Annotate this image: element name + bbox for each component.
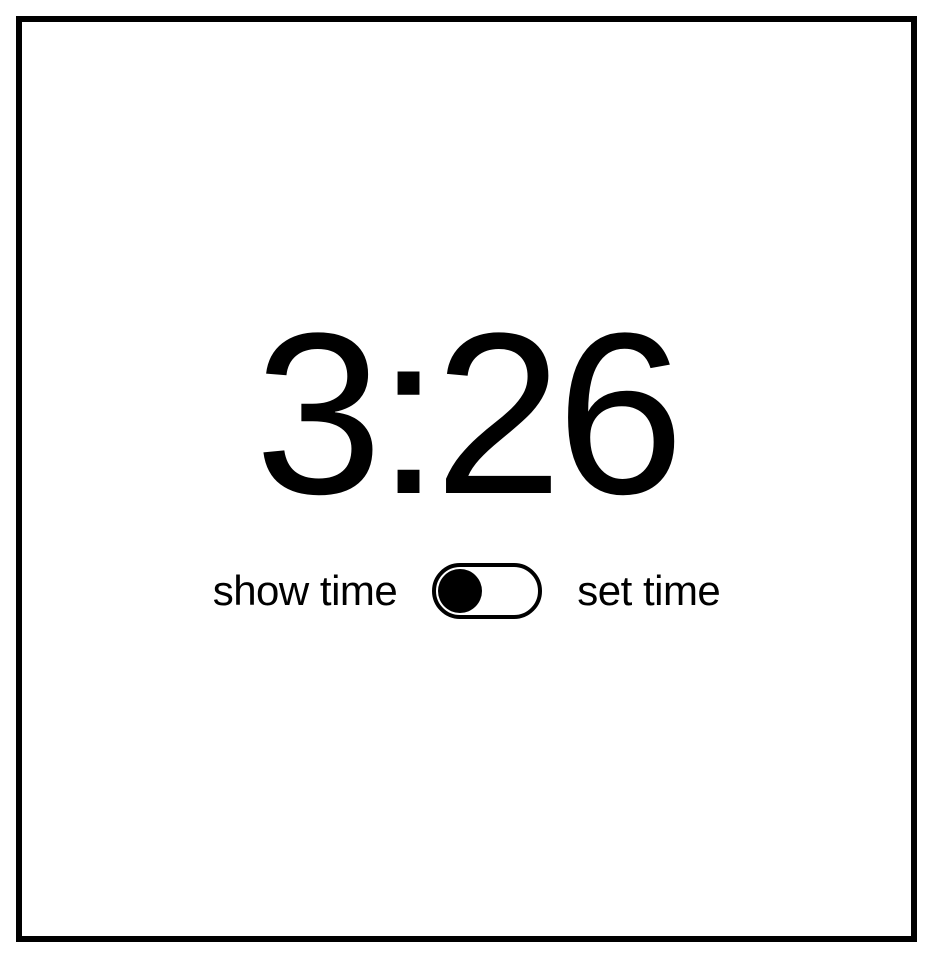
toggle-label-right: set time <box>577 567 720 615</box>
toggle-row: show time set time <box>213 563 721 619</box>
time-display: 3:26 <box>255 299 679 529</box>
content-container: 3:26 show time set time <box>213 299 721 619</box>
toggle-label-left: show time <box>213 567 398 615</box>
app-frame: 3:26 show time set time <box>16 16 917 942</box>
toggle-knob <box>438 569 482 613</box>
mode-toggle[interactable] <box>432 563 542 619</box>
